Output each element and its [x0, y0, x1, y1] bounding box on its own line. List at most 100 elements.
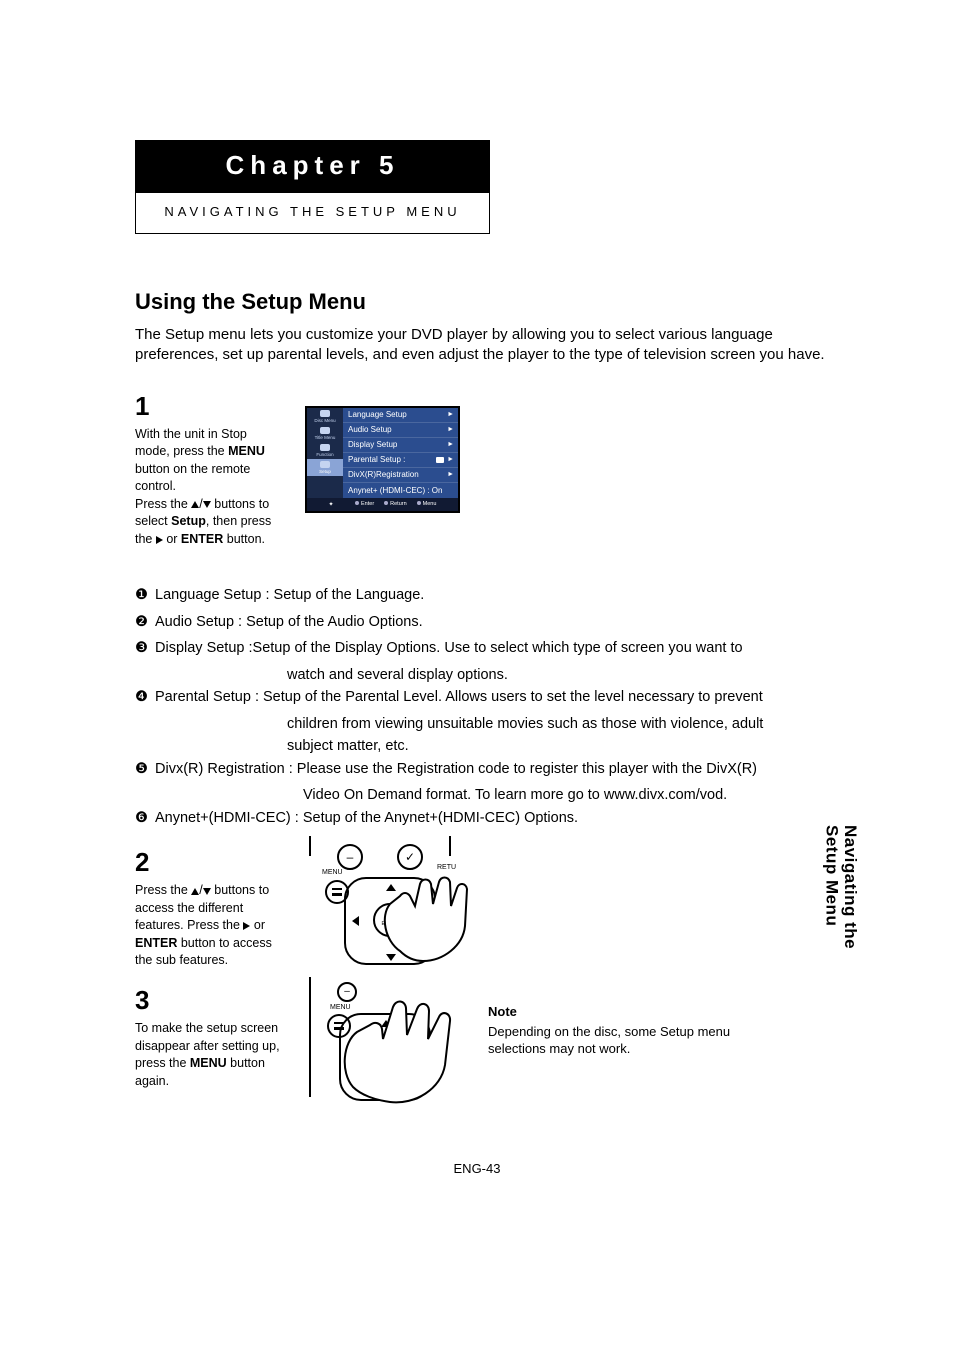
enter-bold: ENTER [181, 532, 223, 546]
bullet-2: ❷ [135, 611, 155, 633]
remote-button: ✓ [397, 844, 423, 870]
step-1-end: button. [223, 532, 265, 546]
osd-tab-disc-label: Disc Menu [314, 418, 335, 423]
up-arrow-icon [381, 1020, 391, 1027]
osd-footer-menu-label: Menu [423, 501, 437, 507]
osd-item-parental-label: Parental Setup : [348, 455, 405, 464]
bullet-1: ❶ [135, 584, 155, 606]
osd-tab-setup: Setup [307, 459, 343, 476]
remote-illustration-2: – ✓ MENU RETU ENTER [305, 844, 475, 964]
dot-icon [355, 501, 359, 505]
enter-icon [385, 913, 395, 920]
osd-footer-menu: Menu [417, 501, 437, 507]
list-item-1: ❶Language Setup : Setup of the Language. [135, 584, 844, 606]
osd-tab-function-label: Function [316, 452, 333, 457]
osd-wrap: Disc Menu Title Menu Function Setup Lang… [305, 388, 460, 513]
step-1-or: or [163, 532, 181, 546]
chevron-right-icon: ► [447, 471, 454, 478]
remote-button: – [337, 982, 357, 1002]
chevron-right-icon: ► [447, 456, 454, 463]
note-body: Depending on the disc, some Setup menu s… [488, 1023, 788, 1058]
remote-button: – [337, 844, 363, 870]
osd-tab-function: Function [307, 442, 343, 459]
bullet-4: ❹ [135, 686, 155, 708]
chapter-subtitle: NAVIGATING THE SETUP MENU [164, 204, 460, 219]
osd-item-audio-label: Audio Setup [348, 425, 392, 434]
dpad [335, 1010, 435, 1105]
right-arrow-icon [423, 916, 430, 926]
list-text-4: Parental Setup : Setup of the Parental L… [155, 686, 844, 708]
step-3-number: 3 [135, 982, 285, 1018]
page-number: ENG-43 [0, 1161, 954, 1176]
step-2-number: 2 [135, 844, 285, 880]
osd-item-language: Language Setup► [343, 408, 458, 423]
list-text-3: Display Setup :Setup of the Display Opti… [155, 637, 844, 659]
disc-icon [320, 410, 330, 417]
osd-item-divx: DivX(R)Registration ► [343, 468, 458, 483]
lock-icon [436, 457, 444, 463]
bullet-3: ❸ [135, 637, 155, 659]
osd-item-anynet-label: Anynet+ (HDMI-CEC) : On [348, 486, 442, 495]
osd-footer-enter-label: Enter [361, 501, 374, 507]
bullet-5: ❺ [135, 758, 155, 780]
step-2-text: 2 Press the / buttons to access the diff… [135, 844, 285, 970]
osd-item-anynet: Anynet+ (HDMI-CEC) : On [343, 483, 458, 498]
intro-paragraph: The Setup menu lets you customize your D… [135, 325, 835, 366]
chevron-right-icon: ► [447, 411, 454, 418]
option-list: ❶Language Setup : Setup of the Language.… [135, 584, 844, 829]
osd-footer-return-label: Return [390, 501, 407, 507]
right-triangle-icon [156, 536, 163, 544]
osd-item-divx-label: DivX(R)Registration [348, 470, 419, 479]
osd-item-display: Display Setup► [343, 438, 458, 453]
up-triangle-icon [191, 501, 199, 508]
list-text-1: Language Setup : Setup of the Language. [155, 584, 844, 606]
list-item-3: ❸Display Setup :Setup of the Display Opt… [135, 637, 844, 659]
step-1-press: Press the [135, 497, 191, 511]
menu-bold-3: MENU [190, 1056, 227, 1070]
step-1-row: 1 With the unit in Stop mode, press the … [135, 388, 844, 549]
step-2-row: 2 Press the / buttons to access the diff… [135, 844, 844, 970]
osd-footer: ✦ Enter Return Menu [307, 498, 458, 511]
up-arrow-icon [386, 884, 396, 891]
down-triangle-icon [203, 501, 211, 508]
down-triangle-icon [203, 888, 211, 895]
osd-footer-right: Enter Return Menu [355, 501, 458, 507]
dot-icon [417, 501, 421, 505]
chapter-subtitle-wrap: NAVIGATING THE SETUP MENU [135, 193, 490, 234]
list-item-5: ❺Divx(R) Registration : Please use the R… [135, 758, 844, 780]
left-arrow-icon [347, 1052, 354, 1062]
list-text-4b: children from viewing unsuitable movies … [135, 713, 844, 735]
step-3-text: 3 To make the setup screen disappear aft… [135, 982, 285, 1090]
section-title: Using the Setup Menu [135, 289, 844, 315]
side-tab: Navigating the Setup Menu [822, 825, 859, 949]
list-text-3b: watch and several display options. [135, 664, 844, 686]
divider [309, 977, 311, 1097]
enter-button: ENTER [373, 903, 407, 937]
chevron-right-icon: ► [447, 441, 454, 448]
osd-item-audio: Audio Setup ► [343, 423, 458, 438]
osd-footer-nav: ✦ [313, 501, 349, 508]
right-arrow-icon [418, 1052, 425, 1062]
function-icon [320, 444, 330, 451]
step-1-text: 1 With the unit in Stop mode, press the … [135, 388, 285, 549]
osd-tab-disc: Disc Menu [307, 408, 343, 425]
note-title: Note [488, 1003, 788, 1021]
osd-left-tabs: Disc Menu Title Menu Function Setup [307, 408, 343, 498]
note-box: Note Depending on the disc, some Setup m… [488, 1003, 788, 1058]
list-text-5b: Video On Demand format. To learn more go… [135, 784, 844, 806]
chevron-right-icon: ► [447, 426, 454, 433]
title-icon [320, 427, 330, 434]
setup-bold: Setup [171, 514, 206, 528]
step-2-c: or [250, 918, 265, 932]
osd-item-parental-right: ► [436, 456, 454, 463]
setup-icon [320, 461, 330, 468]
step-1-line-b: button on the remote control. [135, 462, 250, 494]
dpad: ENTER [340, 874, 440, 969]
osd-screenshot: Disc Menu Title Menu Function Setup Lang… [305, 406, 460, 513]
enter-bold-2: ENTER [135, 936, 177, 950]
osd-item-parental: Parental Setup : ► [343, 453, 458, 468]
step-1-number: 1 [135, 388, 285, 424]
osd-footer-return: Return [384, 501, 407, 507]
remote-illustration-3: – MENU [305, 982, 475, 1112]
list-text-5: Divx(R) Registration : Please use the Re… [155, 758, 844, 780]
